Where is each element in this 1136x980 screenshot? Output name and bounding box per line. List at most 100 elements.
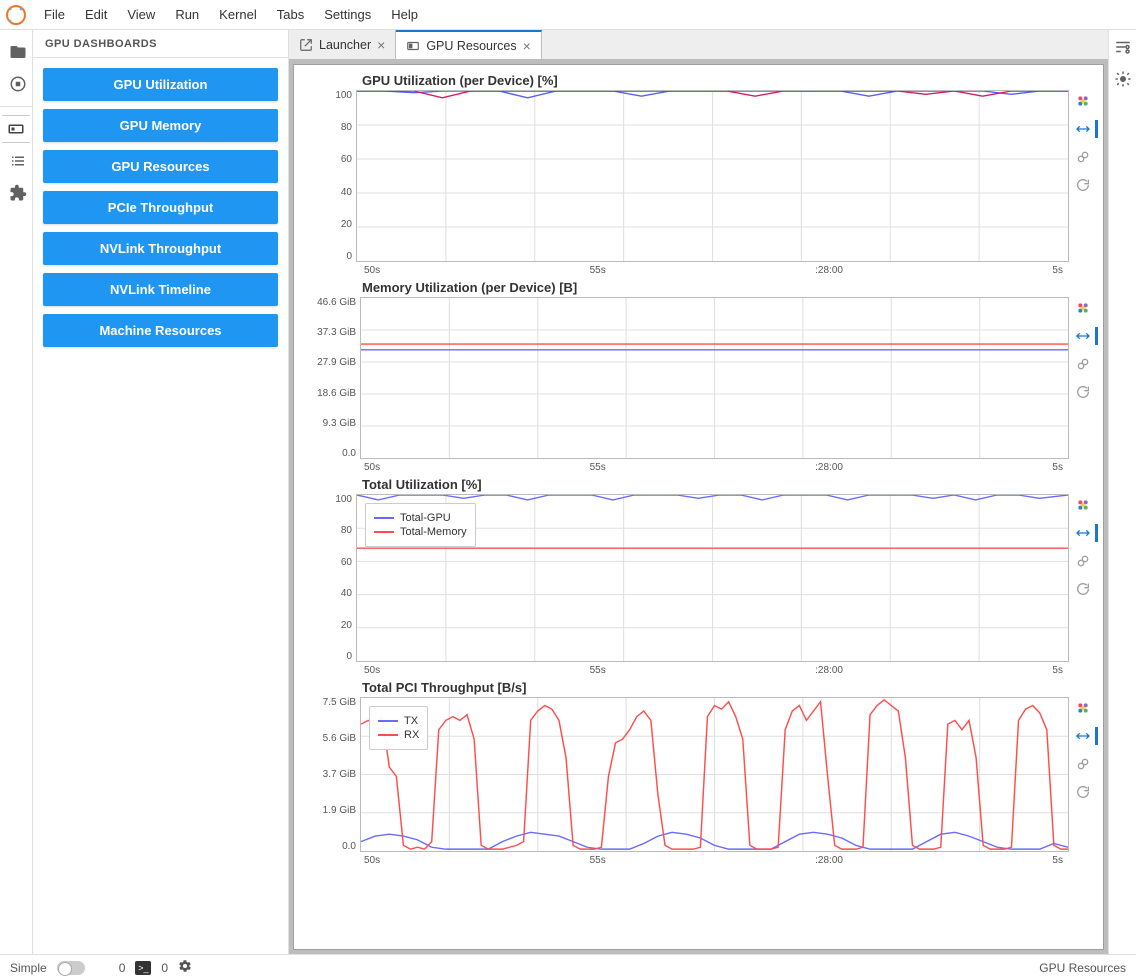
x-tick-label: 55s bbox=[590, 462, 606, 473]
terminal-count: 0 bbox=[119, 961, 126, 975]
x-tick-label: 55s bbox=[590, 265, 606, 276]
y-axis: 100806040200 bbox=[304, 494, 356, 662]
dash-btn-pcie-throughput[interactable]: PCIe Throughput bbox=[43, 191, 278, 224]
wheel-zoom-tool-icon[interactable] bbox=[1074, 148, 1092, 166]
gpu-resources-panel: GPU Utilization (per Device) [%] 1008060… bbox=[293, 64, 1104, 950]
reset-tool-icon[interactable] bbox=[1074, 783, 1092, 801]
x-tick-label: 50s bbox=[364, 855, 380, 866]
dash-btn-nvlink-throughput[interactable]: NVLink Throughput bbox=[43, 232, 278, 265]
chart-title: Total Utilization [%] bbox=[304, 477, 1093, 492]
x-tick-label: 50s bbox=[364, 665, 380, 676]
dash-btn-gpu-utilization[interactable]: GPU Utilization bbox=[43, 68, 278, 101]
simple-toggle[interactable] bbox=[57, 961, 85, 975]
menu-view[interactable]: View bbox=[117, 0, 165, 30]
bokeh-logo-icon[interactable] bbox=[1074, 496, 1092, 514]
chart-legend: Total-GPU Total-Memory bbox=[365, 503, 476, 547]
x-tick-label: 5s bbox=[1052, 855, 1063, 866]
tab-gpu-resources[interactable]: GPU Resources × bbox=[396, 30, 542, 59]
y-axis: 46.6 GiB37.3 GiB27.9 GiB18.6 GiB9.3 GiB0… bbox=[304, 297, 360, 459]
status-right-label: GPU Resources bbox=[1039, 961, 1126, 975]
left-rail bbox=[0, 30, 33, 954]
launch-icon bbox=[299, 38, 313, 52]
debugger-icon[interactable] bbox=[1114, 70, 1132, 88]
toc-icon[interactable] bbox=[2, 147, 30, 175]
chart-plot-area[interactable] bbox=[356, 90, 1069, 262]
property-inspector-icon[interactable] bbox=[1114, 38, 1132, 56]
x-tick-label: :28:00 bbox=[815, 462, 843, 473]
dash-btn-nvlink-timeline[interactable]: NVLink Timeline bbox=[43, 273, 278, 306]
reset-tool-icon[interactable] bbox=[1074, 580, 1092, 598]
x-tick-label: :28:00 bbox=[815, 855, 843, 866]
x-tick-label: 5s bbox=[1052, 265, 1063, 276]
tab-launcher[interactable]: Launcher × bbox=[289, 30, 396, 59]
x-tick-label: 5s bbox=[1052, 665, 1063, 676]
chart-toolbar bbox=[1069, 494, 1093, 662]
menu-run[interactable]: Run bbox=[165, 0, 209, 30]
sidebar-header: GPU DASHBOARDS bbox=[33, 30, 288, 58]
chart-toolbar bbox=[1069, 297, 1093, 459]
legend-label: Total-Memory bbox=[400, 526, 467, 538]
extensions-icon[interactable] bbox=[2, 179, 30, 207]
pan-tool-icon[interactable] bbox=[1074, 524, 1092, 542]
chart-total-utilization: Total Utilization [%] 100806040200 Total… bbox=[298, 473, 1099, 676]
legend-label: Total-GPU bbox=[400, 512, 451, 524]
legend-label: TX bbox=[404, 715, 418, 727]
bokeh-logo-icon[interactable] bbox=[1074, 699, 1092, 717]
terminal-icon[interactable]: >_ bbox=[135, 961, 151, 975]
filebrowser-icon[interactable] bbox=[2, 38, 30, 66]
kernel-settings-icon[interactable] bbox=[178, 959, 192, 976]
bokeh-logo-icon[interactable] bbox=[1074, 92, 1092, 110]
jupyter-logo-icon bbox=[4, 3, 28, 27]
x-tick-label: 55s bbox=[590, 665, 606, 676]
statusbar: Simple 0 >_ 0 GPU Resources bbox=[0, 954, 1136, 980]
chart-plot-area[interactable]: TX RX bbox=[360, 697, 1069, 852]
menubar: File Edit View Run Kernel Tabs Settings … bbox=[0, 0, 1136, 30]
chart-gpu-utilization: GPU Utilization (per Device) [%] 1008060… bbox=[298, 69, 1099, 276]
close-icon[interactable]: × bbox=[523, 38, 531, 54]
x-tick-label: 50s bbox=[364, 462, 380, 473]
dash-btn-gpu-resources[interactable]: GPU Resources bbox=[43, 150, 278, 183]
menu-help[interactable]: Help bbox=[381, 0, 428, 30]
right-rail bbox=[1108, 30, 1136, 954]
chart-memory-utilization: Memory Utilization (per Device) [B] 46.6… bbox=[298, 276, 1099, 473]
chart-title: Memory Utilization (per Device) [B] bbox=[304, 280, 1093, 295]
reset-tool-icon[interactable] bbox=[1074, 176, 1092, 194]
chart-plot-area[interactable]: Total-GPU Total-Memory bbox=[356, 494, 1069, 662]
y-axis: 7.5 GiB5.6 GiB3.7 GiB1.9 GiB0.0 bbox=[304, 697, 360, 852]
pan-tool-icon[interactable] bbox=[1074, 727, 1092, 745]
wheel-zoom-tool-icon[interactable] bbox=[1074, 755, 1092, 773]
menu-kernel[interactable]: Kernel bbox=[209, 0, 267, 30]
wheel-zoom-tool-icon[interactable] bbox=[1074, 552, 1092, 570]
wheel-zoom-tool-icon[interactable] bbox=[1074, 355, 1092, 373]
x-tick-label: 50s bbox=[364, 265, 380, 276]
x-tick-label: 55s bbox=[590, 855, 606, 866]
chart-toolbar bbox=[1069, 90, 1093, 262]
reset-tool-icon[interactable] bbox=[1074, 383, 1092, 401]
menu-edit[interactable]: Edit bbox=[75, 0, 117, 30]
sidebar: GPU DASHBOARDS GPU Utilization GPU Memor… bbox=[33, 30, 289, 954]
menu-settings[interactable]: Settings bbox=[314, 0, 381, 30]
x-axis: 50s 55s :28:00 5s bbox=[304, 662, 1093, 676]
bokeh-logo-icon[interactable] bbox=[1074, 299, 1092, 317]
tab-label: GPU Resources bbox=[426, 39, 516, 53]
dash-btn-gpu-memory[interactable]: GPU Memory bbox=[43, 109, 278, 142]
tab-label: Launcher bbox=[319, 38, 371, 52]
rail-divider bbox=[0, 106, 32, 107]
chart-title: Total PCI Throughput [B/s] bbox=[304, 680, 1093, 695]
chart-plot-area[interactable] bbox=[360, 297, 1069, 459]
chart-pci-throughput: Total PCI Throughput [B/s] 7.5 GiB5.6 Gi… bbox=[298, 676, 1099, 866]
menu-file[interactable]: File bbox=[34, 0, 75, 30]
gpu-dashboards-icon[interactable] bbox=[2, 115, 30, 143]
kernel-count: 0 bbox=[161, 961, 168, 975]
chart-title: GPU Utilization (per Device) [%] bbox=[304, 73, 1093, 88]
pan-tool-icon[interactable] bbox=[1074, 327, 1092, 345]
running-icon[interactable] bbox=[2, 70, 30, 98]
pan-tool-icon[interactable] bbox=[1074, 120, 1092, 138]
legend-label: RX bbox=[404, 729, 419, 741]
x-tick-label: :28:00 bbox=[815, 665, 843, 676]
dash-btn-machine-resources[interactable]: Machine Resources bbox=[43, 314, 278, 347]
menu-tabs[interactable]: Tabs bbox=[267, 0, 314, 30]
close-icon[interactable]: × bbox=[377, 37, 385, 53]
chart-legend: TX RX bbox=[369, 706, 428, 750]
x-axis: 50s55s:28:005s bbox=[304, 459, 1093, 473]
